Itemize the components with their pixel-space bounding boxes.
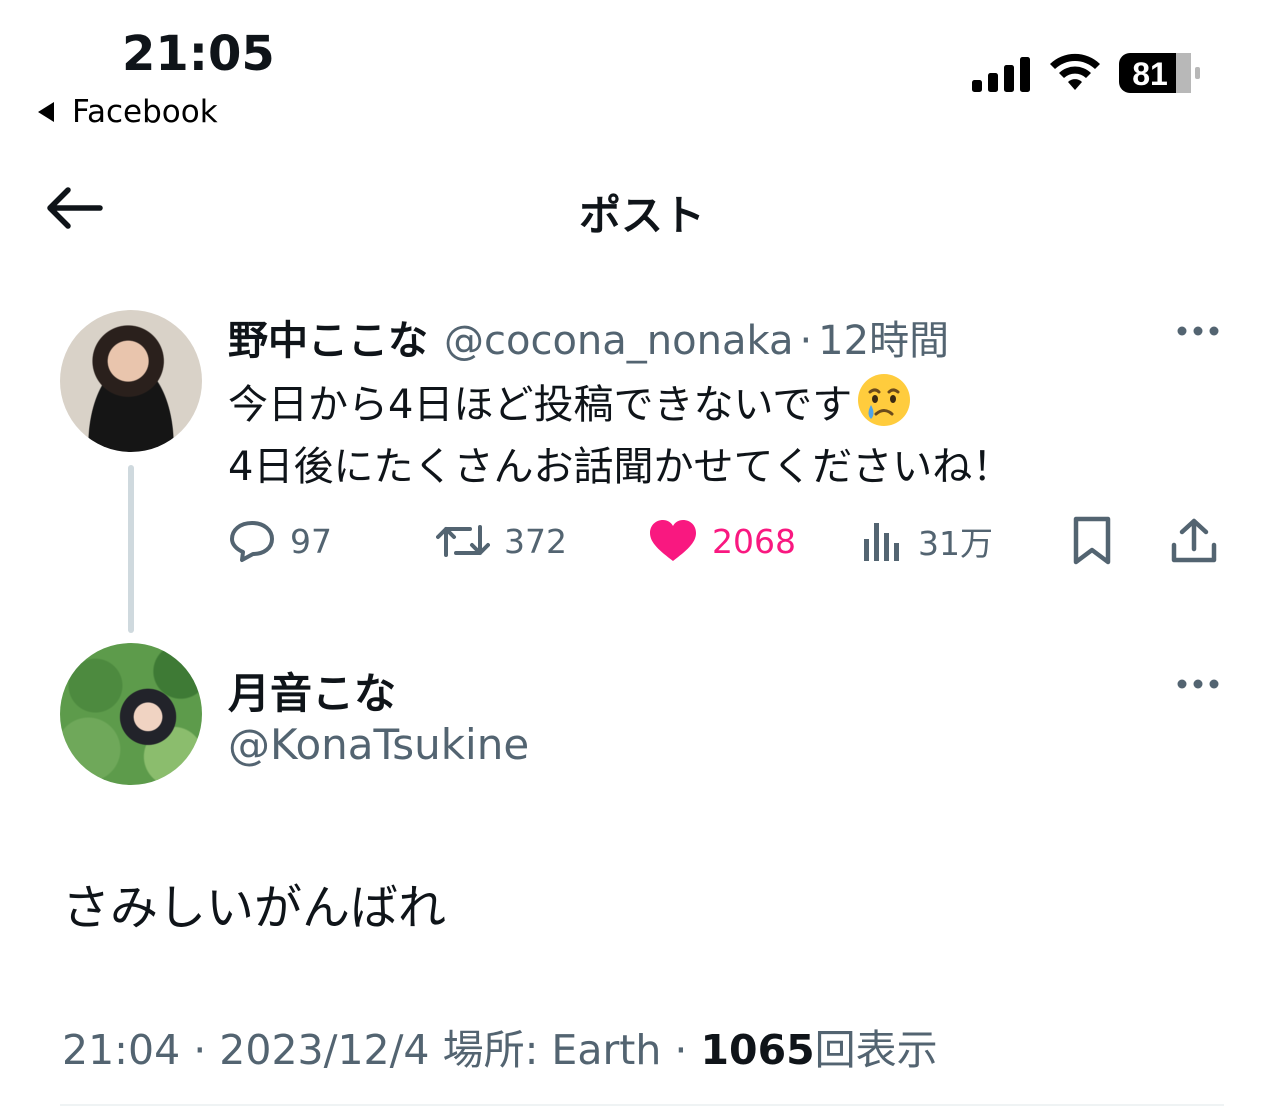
more-options-icon[interactable]	[1176, 325, 1220, 337]
cellular-signal-icon	[972, 57, 1030, 92]
tweet-text-line: 今日から4日ほど投稿できないです	[228, 382, 853, 428]
share-button[interactable]	[1170, 514, 1232, 568]
view-count: 31万	[918, 524, 993, 563]
like-count: 2068	[712, 521, 796, 561]
analytics-bars-icon	[864, 523, 899, 561]
author-name[interactable]: 野中ここな	[228, 308, 428, 366]
author-handle[interactable]: @KonaTsukine	[228, 720, 529, 769]
share-upload-icon	[1171, 518, 1217, 563]
tweet-header: 野中ここな @cocona_nonaka · 12時間	[228, 308, 949, 366]
meta-separator: ·	[674, 1026, 688, 1074]
bookmark-icon	[1073, 516, 1111, 565]
crying-face-icon	[858, 374, 911, 426]
tweet-timestamp[interactable]: 12時間	[818, 308, 949, 366]
like-button[interactable]: 2068	[648, 514, 796, 568]
tweet-metadata: 21:04 · 2023/12/4 場所: Earth · 1065回表示	[62, 1016, 938, 1076]
retweet-button[interactable]: 372	[436, 514, 567, 568]
status-time: 21:05	[122, 26, 275, 82]
back-to-app-button[interactable]: Facebook	[38, 94, 218, 130]
battery-icon: 81	[1119, 53, 1200, 93]
reply-icon	[230, 521, 274, 562]
wifi-icon	[1050, 53, 1100, 90]
meta-separator: ·	[193, 1026, 207, 1074]
reply-button[interactable]: 97	[228, 514, 332, 568]
views-button[interactable]: 31万	[860, 514, 993, 568]
tweet-text-line: 4日後にたくさんお話聞かせてくださいね！	[228, 444, 1013, 490]
battery-level: 81	[1132, 56, 1168, 92]
tweet-time[interactable]: 21:04	[62, 1026, 180, 1074]
page-title: ポスト	[578, 191, 705, 240]
retweet-count: 372	[504, 521, 567, 561]
tweet-location: 場所: Earth	[442, 1026, 662, 1074]
views-label: 回表示	[814, 1026, 938, 1074]
tweet-text: 今日から4日ほど投稿できないです 4日後にたくさんお話聞かせてくださいね！	[228, 372, 1012, 498]
heart-filled-icon	[650, 520, 696, 561]
tweet-text: さみしいがんばれ	[62, 880, 447, 936]
header-separator: ·	[799, 318, 813, 364]
divider	[60, 1104, 1224, 1106]
author-handle[interactable]: @cocona_nonaka	[444, 318, 793, 364]
avatar[interactable]	[60, 643, 202, 785]
bookmark-button[interactable]	[1070, 514, 1128, 568]
author-name[interactable]: 月音こな	[228, 660, 396, 721]
back-app-label: Facebook	[72, 94, 218, 130]
tweet-date[interactable]: 2023/12/4	[219, 1026, 429, 1074]
reply-count: 97	[290, 521, 332, 561]
views-count[interactable]: 1065	[701, 1026, 815, 1074]
avatar[interactable]	[60, 310, 202, 452]
retweet-icon	[436, 525, 490, 557]
more-options-icon[interactable]	[1176, 678, 1220, 690]
back-triangle-icon	[38, 102, 54, 122]
thread-connector-line	[128, 465, 134, 633]
